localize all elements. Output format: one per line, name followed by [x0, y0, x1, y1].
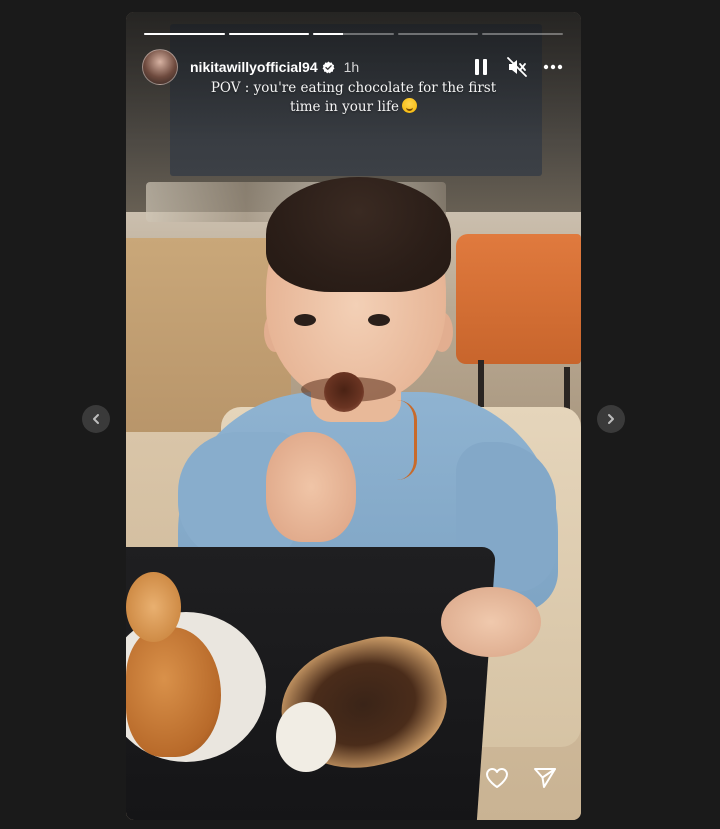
pastry-top — [126, 572, 181, 642]
username[interactable]: nikitawillyofficial94 — [190, 59, 318, 75]
muted-speaker-icon — [507, 57, 527, 77]
pause-icon — [475, 59, 487, 75]
more-options-button[interactable] — [541, 55, 565, 79]
baby-eye — [294, 314, 316, 326]
story-card[interactable]: nikitawillyofficial94 1h POV: you're ea… — [126, 12, 581, 820]
verified-badge-icon — [322, 61, 335, 74]
baby-right-hand — [441, 587, 541, 657]
baby-eye — [368, 314, 390, 326]
cream-piece — [276, 702, 336, 772]
story-caption: POV : you're eating chocolate for the fi… — [126, 79, 581, 117]
progress-segment — [228, 33, 310, 35]
rolling-on-floor-laughing-emoji-icon — [401, 98, 417, 113]
caption-line-2: time in your life — [290, 99, 399, 115]
story-viewer: nikitawillyofficial94 1h POV: you're ea… — [0, 0, 720, 829]
pause-button[interactable] — [469, 55, 493, 79]
previous-story-button[interactable] — [82, 405, 110, 433]
heart-icon — [486, 768, 508, 788]
progress-segment — [482, 33, 563, 35]
progress-segment-fill — [228, 33, 310, 35]
baby-hair — [266, 177, 451, 292]
progress-segment-fill — [313, 33, 343, 35]
progress-segment — [144, 33, 225, 35]
amber-necklace — [384, 400, 417, 480]
progress-segment — [313, 33, 394, 35]
send-icon — [534, 768, 556, 788]
story-progress-bar — [144, 33, 563, 35]
timestamp: 1h — [343, 59, 360, 75]
baby-left-hand — [266, 432, 356, 542]
pastry — [126, 627, 221, 757]
story-actions — [483, 764, 559, 792]
like-button[interactable] — [483, 764, 511, 792]
chevron-right-icon — [608, 414, 614, 424]
caption-line-1: POV : you're eating chocolate for the fi… — [210, 80, 497, 96]
next-story-button[interactable] — [597, 405, 625, 433]
share-button[interactable] — [531, 764, 559, 792]
more-options-icon — [543, 64, 563, 70]
chevron-left-icon — [93, 414, 99, 424]
orange-chair — [456, 234, 581, 364]
caption-line-2-wrapper: time in your life — [126, 98, 581, 117]
progress-segment — [397, 33, 479, 35]
mute-button[interactable] — [505, 55, 529, 79]
progress-segment-fill — [144, 33, 225, 35]
baby-mouth — [324, 372, 364, 412]
